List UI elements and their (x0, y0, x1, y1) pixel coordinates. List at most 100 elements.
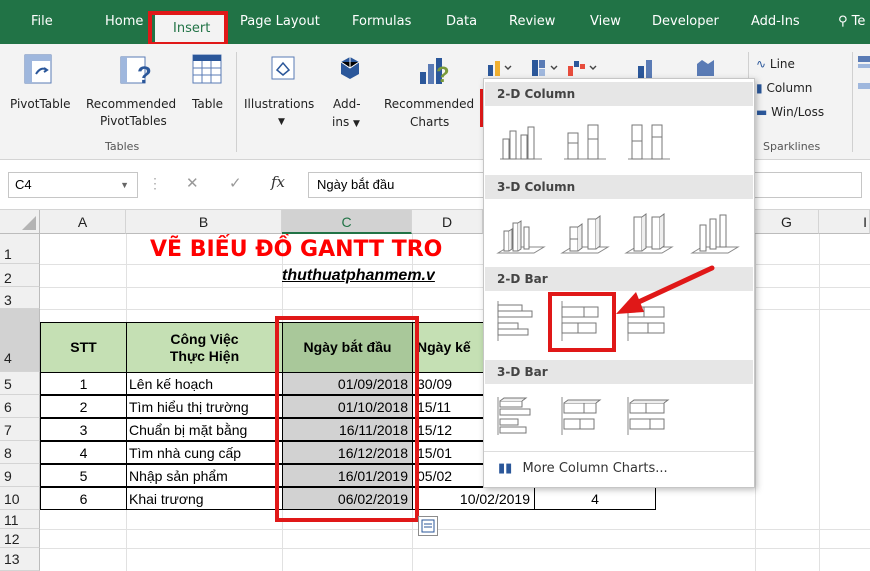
clustered-column-option[interactable] (494, 113, 548, 169)
pivottable-icon[interactable] (24, 54, 52, 89)
cell-end-date[interactable]: 05/02 (412, 464, 484, 487)
3d-stacked-column-option[interactable] (558, 205, 612, 261)
cell-start-date[interactable]: 01/09/2018 (282, 372, 413, 395)
cell-start-date[interactable]: 16/01/2019 (282, 464, 413, 487)
stacked-column-option[interactable] (558, 113, 612, 169)
clustered-bar-option[interactable] (492, 293, 546, 349)
tab-tell-me[interactable]: ⚲ Te (838, 10, 865, 34)
cancel-icon[interactable]: ✕ (186, 174, 199, 192)
drag-handle-icon[interactable]: ⋮ (148, 175, 162, 192)
tab-developer[interactable]: Developer (652, 10, 719, 34)
tab-view[interactable]: View (590, 10, 621, 34)
cell-start-date[interactable]: 06/02/2019 (282, 487, 413, 510)
sheet-title[interactable]: VẼ BIỂU ĐỒ GANTT TRO (150, 234, 442, 264)
pivottable-button[interactable]: PivotTable (10, 96, 71, 113)
column-header-g[interactable]: G (755, 210, 819, 234)
cell-start-date[interactable]: 01/10/2018 (282, 395, 413, 418)
cell-start-date[interactable]: 16/11/2018 (282, 418, 413, 441)
column-header-c[interactable]: C (282, 210, 412, 234)
row-header-4[interactable]: 4 (0, 309, 40, 372)
row-header-3[interactable]: 3 (0, 287, 40, 309)
cell-stt[interactable]: 3 (40, 418, 127, 441)
tab-file[interactable]: File (31, 10, 53, 34)
recommended-pivottables-button[interactable]: Recommended (86, 96, 176, 113)
row-header-6[interactable]: 6 (0, 395, 40, 418)
tab-data[interactable]: Data (446, 10, 477, 34)
addins-button[interactable]: Add- (333, 96, 361, 113)
sparkline-line-button[interactable]: ∿ Line (756, 56, 795, 73)
row-header-1[interactable]: 1 (0, 234, 40, 264)
addins-icon[interactable] (339, 56, 361, 85)
row-header-2[interactable]: 2 (0, 264, 40, 287)
function-icon[interactable]: fx (271, 173, 285, 191)
name-box[interactable]: C4 ▼ (8, 172, 138, 198)
column-header-h[interactable]: I (819, 210, 870, 234)
cell-stt[interactable]: 2 (40, 395, 127, 418)
filter-icon[interactable] (858, 56, 870, 77)
sparkline-winloss-button[interactable]: ▬ Win/Loss (756, 104, 824, 121)
cell-task[interactable]: Nhập sản phẩm (126, 464, 283, 487)
row-header-8[interactable]: 8 (0, 441, 40, 464)
row-header-10[interactable]: 10 (0, 487, 40, 510)
table-icon[interactable] (192, 54, 222, 89)
3d-100-stacked-column-option[interactable] (622, 205, 676, 261)
row-header-9[interactable]: 9 (0, 464, 40, 487)
row-header-13[interactable]: 13 (0, 548, 40, 571)
column-header-b[interactable]: B (126, 210, 282, 234)
tab-review[interactable]: Review (509, 10, 555, 34)
column-header-a[interactable]: A (40, 210, 126, 234)
row-header-5[interactable]: 5 (0, 372, 40, 395)
3d-100-stacked-bar-option[interactable] (622, 387, 676, 443)
tab-formulas[interactable]: Formulas (352, 10, 411, 34)
cell-stt[interactable]: 5 (40, 464, 127, 487)
3d-clustered-column-option[interactable] (494, 205, 548, 261)
header-stt[interactable]: STT (40, 322, 127, 373)
quick-analysis-icon[interactable] (418, 516, 438, 536)
header-task[interactable]: Công Việc Thực Hiện (126, 322, 283, 373)
cell-stt[interactable]: 1 (40, 372, 127, 395)
tables-group-label: Tables (105, 140, 140, 153)
cell-end-date[interactable]: 15/01 (412, 441, 484, 464)
cell-duration-row6[interactable]: 4 (534, 487, 656, 510)
cell-end-date[interactable]: 15/11 (412, 395, 484, 418)
cell-task[interactable]: Lên kế hoạch (126, 372, 283, 395)
table-button[interactable]: Table (192, 96, 223, 113)
header-end-date[interactable]: Ngày kế (412, 322, 484, 373)
row-header-12[interactable]: 12 (0, 529, 40, 548)
cell-stt[interactable]: 6 (40, 487, 127, 510)
column-chart-small-icon: ▮▮ (498, 461, 513, 476)
cell-task[interactable]: Chuẩn bị mặt bằng (126, 418, 283, 441)
cell-end-date[interactable]: 15/12 (412, 418, 484, 441)
more-column-charts-link[interactable]: ▮▮ More Column Charts... (498, 461, 668, 476)
cell-stt[interactable]: 4 (40, 441, 127, 464)
cell-task[interactable]: Tìm hiểu thị trường (126, 395, 283, 418)
row-header-7[interactable]: 7 (0, 418, 40, 441)
illustrations-icon[interactable] (271, 56, 295, 85)
select-all-button[interactable] (0, 210, 40, 234)
tab-insert[interactable]: Insert (155, 13, 229, 44)
timeline-icon[interactable] (858, 80, 870, 98)
3d-column-option[interactable] (688, 205, 742, 261)
cell-task[interactable]: Khai trương (126, 487, 283, 510)
recommended-pivottables-icon[interactable]: ? (120, 54, 152, 91)
recommended-charts-button[interactable]: Recommended (384, 96, 474, 113)
100-stacked-column-option[interactable] (622, 113, 676, 169)
illustrations-button[interactable]: Illustrations (244, 96, 314, 113)
sparkline-column-button[interactable]: ▮ Column (756, 80, 812, 97)
sheet-subtitle[interactable]: thuthuatphanmem.v (282, 264, 435, 287)
3d-clustered-bar-option[interactable] (492, 387, 546, 443)
recommended-charts-icon[interactable]: ? (418, 52, 450, 91)
tab-add-ins[interactable]: Add-Ins (751, 10, 800, 34)
cell-task[interactable]: Tìm nhà cung cấp (126, 441, 283, 464)
column-header-d[interactable]: D (412, 210, 483, 234)
cell-start-date[interactable]: 16/12/2018 (282, 441, 413, 464)
3d-stacked-bar-option[interactable] (556, 387, 610, 443)
row-header-11[interactable]: 11 (0, 510, 40, 529)
header-start-date[interactable]: Ngày bắt đầu (282, 322, 413, 373)
chevron-down-icon[interactable]: ▼ (120, 173, 129, 197)
enter-icon[interactable]: ✓ (229, 174, 242, 192)
cell-end-row6[interactable]: 10/02/2019 (412, 487, 535, 510)
tab-home[interactable]: Home (105, 10, 143, 34)
tab-page-layout[interactable]: Page Layout (240, 10, 320, 34)
cell-end-date[interactable]: 30/09 (412, 372, 484, 395)
